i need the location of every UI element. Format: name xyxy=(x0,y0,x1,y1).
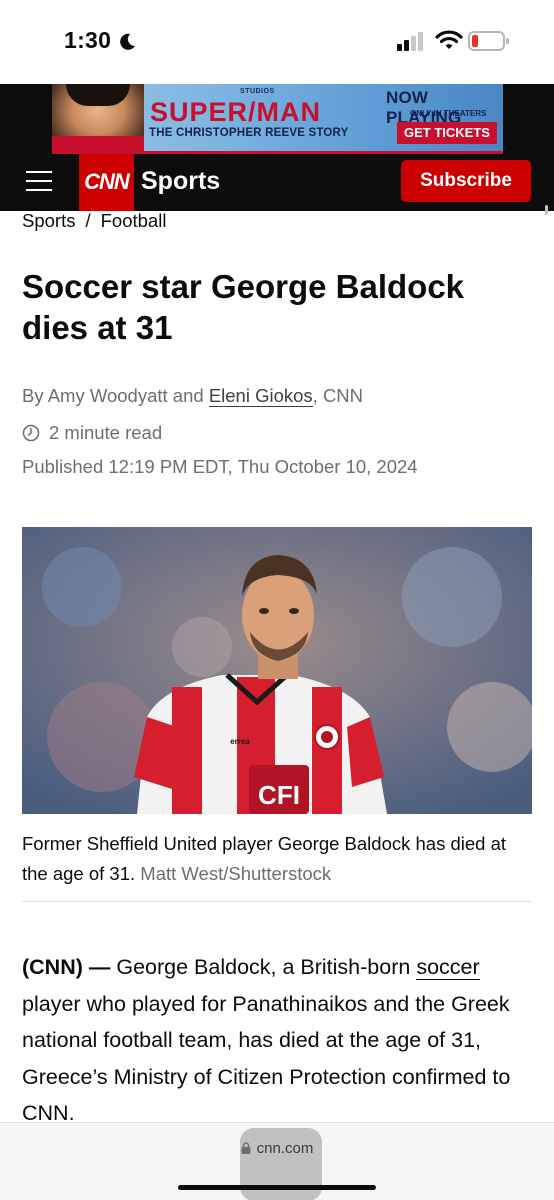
byline-suffix: , CNN xyxy=(312,385,364,406)
ad-only-in-theaters: ONLY IN THEATERS xyxy=(410,109,487,118)
url-text: cnn.com xyxy=(256,1140,314,1157)
browser-bottom-bar: cnn.com xyxy=(0,1122,554,1200)
subscribe-button[interactable]: Subscribe xyxy=(401,160,531,202)
clock-icon xyxy=(22,424,40,442)
home-indicator[interactable] xyxy=(178,1185,376,1190)
breadcrumb: Sports / Football xyxy=(22,210,166,232)
byline-prefix: By Amy Woodyatt and xyxy=(22,385,209,406)
site-nav-bar: CNN Sports Subscribe xyxy=(0,154,554,211)
body-text-part-2: player who played for Panathinaikos and … xyxy=(22,991,511,1126)
image-caption: Former Sheffield United player George Ba… xyxy=(22,829,532,889)
battery-icon xyxy=(468,31,509,51)
image-credit: Matt West/Shutterstock xyxy=(140,863,332,884)
breadcrumb-item-sports[interactable]: Sports xyxy=(22,210,75,231)
jersey-brand-text: errea xyxy=(230,737,250,746)
read-time: 2 minute read xyxy=(22,422,162,444)
soccer-link[interactable]: soccer xyxy=(416,955,480,980)
article-headline: Soccer star George Baldock dies at 31 xyxy=(22,268,465,346)
status-bar: 1:30 xyxy=(0,0,554,84)
byline: By Amy Woodyatt and Eleni Giokos, CNN xyxy=(22,385,363,407)
url-display[interactable]: cnn.com xyxy=(0,1140,554,1157)
dateline: (CNN) — xyxy=(22,955,111,979)
breadcrumb-separator: / xyxy=(85,210,91,231)
author-link[interactable]: Eleni Giokos xyxy=(208,385,313,407)
jersey-sponsor-text: CFI xyxy=(258,780,300,810)
wifi-icon xyxy=(435,30,463,49)
status-time: 1:30 xyxy=(64,27,112,53)
ad-subtitle: THE CHRISTOPHER REEVE STORY xyxy=(149,127,349,139)
ad-portrait-image xyxy=(52,84,144,151)
ad-title: SUPER/MAN xyxy=(150,97,322,127)
superman-ad-banner[interactable]: STUDIOS SUPER/MAN THE CHRISTOPHER REEVE … xyxy=(52,84,503,154)
breadcrumb-item-football[interactable]: Football xyxy=(101,210,167,231)
hero-image[interactable]: CFI errea xyxy=(22,527,532,814)
lock-icon xyxy=(241,1142,251,1154)
article-body-paragraph: (CNN) — George Baldock, a British-born s… xyxy=(22,949,537,1132)
moon-icon xyxy=(120,33,135,50)
body-text-part-1: George Baldock, a British-born xyxy=(110,955,417,979)
section-name[interactable]: Sports xyxy=(141,167,220,196)
hamburger-menu-icon[interactable] xyxy=(26,168,52,194)
cnn-logo[interactable]: CNN xyxy=(79,154,134,211)
ad-get-tickets-button[interactable]: GET TICKETS xyxy=(397,122,497,144)
published-timestamp: Published 12:19 PM EDT, Thu October 10, … xyxy=(22,456,418,477)
ad-studio-label: STUDIOS xyxy=(240,88,275,95)
signal-icon xyxy=(397,32,423,51)
read-time-label: 2 minute read xyxy=(49,422,163,443)
player-photo: CFI errea xyxy=(22,527,532,814)
divider xyxy=(22,901,532,902)
ad-strip: STUDIOS SUPER/MAN THE CHRISTOPHER REEVE … xyxy=(0,84,554,154)
scrollbar-thumb[interactable] xyxy=(545,205,548,215)
